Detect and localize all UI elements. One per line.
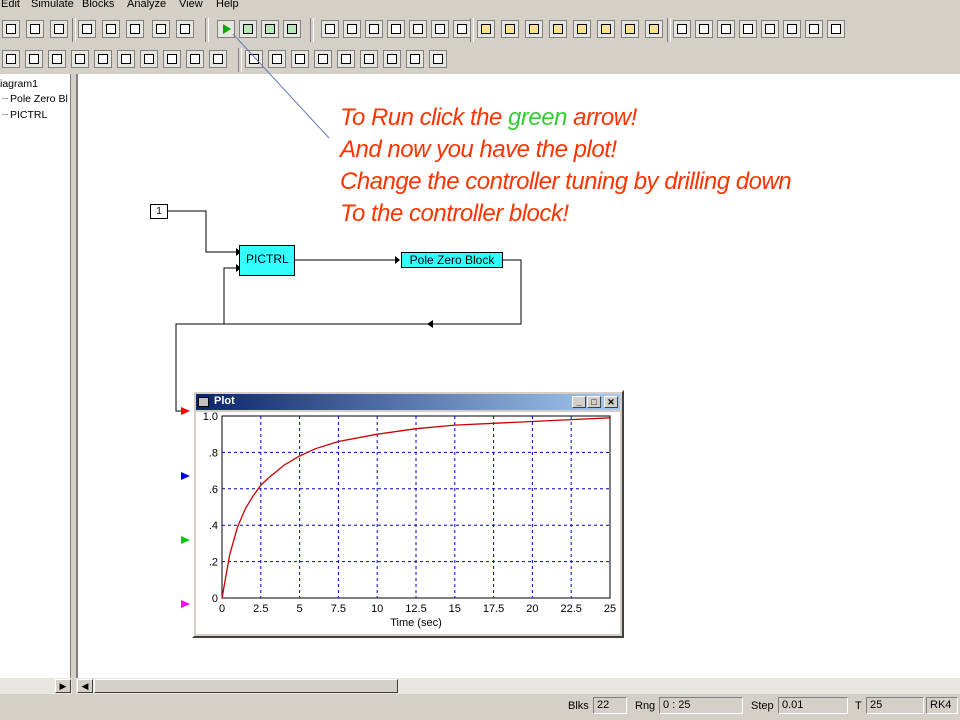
x-tick-label: 5 xyxy=(297,603,303,615)
note-line-3: Change the controller tuning by drilling… xyxy=(340,168,792,195)
x-axis-label: Time (sec) xyxy=(390,617,442,629)
y-tick-label: 1.0 xyxy=(203,412,218,423)
x-tick-label: 15 xyxy=(449,603,461,615)
wire-feedback xyxy=(428,259,522,325)
y-tick-label: .6 xyxy=(209,484,218,496)
x-tick-label: 17.5 xyxy=(483,603,504,615)
blks-value: 22 xyxy=(593,697,627,714)
status-bar: Blks 22 Rng 0 : 25 Step 0.01 T 25 RK4 xyxy=(0,694,960,720)
close-button[interactable]: ✕ xyxy=(604,396,618,408)
x-tick-label: 20 xyxy=(526,603,538,615)
x-tick-label: 2.5 xyxy=(253,603,268,615)
wire-const-pictrl xyxy=(168,210,236,253)
plot-input-4 xyxy=(181,600,190,608)
step-value: 0.01 xyxy=(778,697,848,714)
plot-input-1 xyxy=(181,407,190,415)
scroll-left-icon[interactable]: ◀ xyxy=(77,679,93,693)
note-green-word: green xyxy=(508,104,567,131)
tree-hscrollbar[interactable]: ▶ xyxy=(0,678,72,694)
rng-value: 0 : 25 xyxy=(659,697,743,714)
t-label: T xyxy=(855,700,862,712)
maximize-button[interactable]: □ xyxy=(587,396,601,408)
plot-window[interactable]: Plot _ □ ✕ 0 2.5 5 7.5 10 12.5 15 17.5 20 22.5 25 0… xyxy=(192,390,624,638)
wire-feedback-pictrl xyxy=(223,267,428,325)
note-line-2: And now you have the plot! xyxy=(340,136,617,163)
y-tick-label: .4 xyxy=(209,520,218,532)
blks-label: Blks xyxy=(568,700,589,712)
minimize-button[interactable]: _ xyxy=(572,396,586,408)
plot-area: 0 2.5 5 7.5 10 12.5 15 17.5 20 22.5 25 0 .2 .4 .6 .8 1.0… xyxy=(196,411,620,634)
step-label: Step xyxy=(751,700,774,712)
x-tick-label: 0 xyxy=(219,603,225,615)
x-tick-label: 22.5 xyxy=(560,603,581,615)
x-tick-label: 25 xyxy=(604,603,616,615)
plot-input-3 xyxy=(181,536,190,544)
response-chart: 0 2.5 5 7.5 10 12.5 15 17.5 20 22.5 25 0 .2 .4 .6 .8 1.0… xyxy=(203,411,616,629)
canvas-hscrollbar[interactable]: ◀ xyxy=(76,678,960,694)
y-tick-label: .2 xyxy=(209,557,218,569)
plot-input-2 xyxy=(181,472,190,480)
y-tick-label: 0 xyxy=(212,593,218,605)
pictrl-block[interactable]: PICTRL xyxy=(239,245,295,276)
plot-app-icon xyxy=(198,397,209,407)
plot-titlebar[interactable]: Plot _ □ ✕ xyxy=(196,394,620,410)
x-tick-label: 10 xyxy=(371,603,383,615)
rng-label: Rng xyxy=(635,700,656,712)
constant-block[interactable]: 1 xyxy=(150,204,168,219)
y-tick-label: .8 xyxy=(209,447,218,459)
scroll-thumb[interactable] xyxy=(94,679,398,693)
note-line-4: To the controller block! xyxy=(340,200,569,227)
wire-arrow xyxy=(395,256,400,264)
scroll-right-icon[interactable]: ▶ xyxy=(55,679,71,693)
method-value: RK4 xyxy=(926,697,958,714)
callout-line xyxy=(232,33,330,139)
plot-title: Plot xyxy=(214,395,235,407)
t-value: 25 xyxy=(866,697,924,714)
x-tick-label: 7.5 xyxy=(331,603,346,615)
note-line-1: To Run click the green arrow! xyxy=(340,104,637,131)
x-tick-label: 12.5 xyxy=(405,603,426,615)
pole-zero-block[interactable]: Pole Zero Block xyxy=(401,252,503,268)
